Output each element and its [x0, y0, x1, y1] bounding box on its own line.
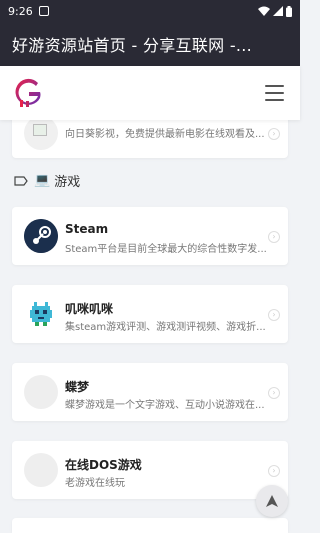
status-time: 9:26	[8, 4, 33, 18]
card-desc: 蝶梦游戏是一个文字游戏、互动小说游戏在...	[65, 400, 265, 411]
chevron-right-icon: ›	[268, 231, 280, 243]
chevron-right-icon: ›	[268, 465, 280, 477]
card-desc: 集steam游戏评测、游戏测评视频、游戏折...	[65, 322, 266, 333]
card-desc: 老游戏在线玩	[65, 478, 125, 489]
notification-icon	[38, 6, 49, 16]
list-item[interactable]: 蝶梦 蝶梦游戏是一个文字游戏、互动小说游戏在... ›	[12, 363, 288, 421]
status-indicators	[258, 5, 292, 17]
wifi-icon	[258, 6, 270, 16]
card-name: 叽咪叽咪	[65, 302, 114, 316]
broken-image-icon	[33, 124, 47, 136]
list-item[interactable]: Steam Steam平台是目前全球最大的综合性数字发... ›	[12, 207, 288, 265]
card-icon	[24, 116, 58, 150]
signal-icon	[273, 6, 283, 16]
site-header	[0, 66, 300, 120]
battery-icon	[286, 5, 292, 17]
chevron-right-icon: ›	[268, 309, 280, 321]
back-to-top-icon[interactable]	[256, 485, 288, 517]
laptop-icon: 💻	[34, 173, 51, 188]
card-name: Steam	[65, 222, 109, 236]
card-desc: Steam平台是目前全球最大的综合性数字发...	[65, 244, 267, 255]
title-bar: 好游资源站首页 - 分享互联网 -...	[0, 22, 300, 66]
card-name: 蝶梦	[65, 380, 90, 394]
steam-icon	[24, 219, 58, 253]
menu-icon[interactable]	[265, 85, 284, 101]
site-logo[interactable]	[14, 78, 44, 108]
list-item[interactable]	[12, 518, 288, 533]
tag-icon	[14, 175, 28, 186]
section-title: 💻 游戏	[14, 171, 80, 190]
chevron-right-icon: ›	[268, 387, 280, 399]
list-item[interactable]: 叽咪叽咪 集steam游戏评测、游戏测评视频、游戏折... ›	[12, 285, 288, 343]
pixel-alien-icon	[24, 297, 58, 331]
list-item[interactable]: 在线DOS游戏 老游戏在线玩 ›	[12, 441, 288, 499]
card-desc: 向日葵影视，免费提供最新电影在线观看及...	[65, 129, 265, 140]
chevron-right-icon: ›	[268, 128, 280, 140]
page-title: 好游资源站首页 - 分享互联网 -...	[12, 36, 253, 55]
card-name: 在线DOS游戏	[65, 458, 142, 472]
placeholder-icon	[24, 375, 58, 409]
placeholder-icon	[24, 453, 58, 487]
section-label: 游戏	[54, 175, 81, 190]
status-bar: 9:26	[0, 0, 300, 22]
